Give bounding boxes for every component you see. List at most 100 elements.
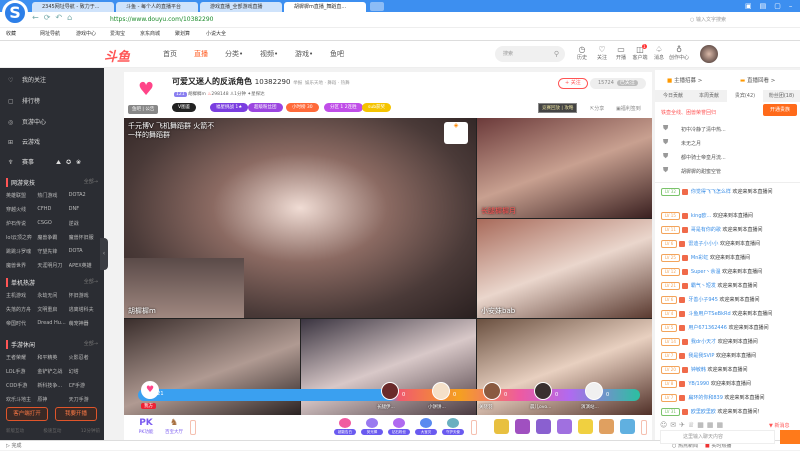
bookmark[interactable]: 收藏 [6,28,16,41]
tab-today[interactable]: 今日贡献 [655,90,691,102]
nav-live[interactable]: 直播 [194,41,208,68]
gift-activity-label[interactable]: 大宝贝 [415,429,437,435]
nav-buttons[interactable]: ←⟳↶⌂ [32,13,77,22]
anchor-recruit-link[interactable]: ■ 主播招募 > [667,76,702,84]
bookmark[interactable]: 游戏中心 [76,28,96,41]
nav-home[interactable]: 首页 [163,41,177,68]
window-controls[interactable]: ▣▤▢– [745,0,800,12]
game-link[interactable]: 逆战 [69,220,100,227]
pk-participant-avatar[interactable] [585,382,603,400]
room-chip[interactable]: 超级粉丝团 [248,103,283,112]
pk-participant-avatar[interactable] [381,382,399,400]
game-link[interactable]: lol云顶之弈 [6,234,37,241]
bookmark[interactable]: 聚划算 [175,28,190,41]
follow-button[interactable]: + 关注 [558,78,588,89]
game-link[interactable]: 文明重启 [37,306,68,313]
game-link[interactable]: 逃离塔科夫 [69,306,100,313]
game-link[interactable]: 热门游戏 [37,192,68,199]
client-button[interactable]: ◫ 客户端 1 [632,44,648,63]
footer-link[interactable]: 极速互动 [43,428,61,434]
pk-participant-avatar[interactable] [534,382,552,400]
game-link[interactable]: 天涯明月刀 [37,262,68,269]
game-link[interactable]: Dread Hu... [37,320,68,327]
douyu-logo[interactable]: 斗鱼 [104,46,130,65]
sidebar-item-ranking[interactable]: ▢ 排行榜 [8,96,40,105]
chat-username[interactable]: 扁环的你和839 [688,395,723,401]
video-tile[interactable]: 长腿樨樨月 [477,118,652,218]
browser-tab[interactable]: 斗鱼 - 每个人的直播平台 [116,2,198,12]
room-chip[interactable]: 分区 1 2连胜 [324,103,363,112]
game-link[interactable]: DOTA2 [69,192,100,199]
game-link[interactable]: 失落的方舟 [6,306,37,313]
room-chip[interactable]: sub获奖 [362,103,392,112]
chat-tools[interactable]: ☺✉✈♕▦▦▦ [660,421,726,429]
treasure-hall-button[interactable]: ♞ 百宝大厅 [162,418,186,435]
game-link[interactable]: CF手游 [69,382,100,389]
game-link[interactable]: 永劫无间 [37,292,68,299]
game-link[interactable]: 金铲铲之战 [37,368,68,375]
room-chip[interactable]: 小时榜 30 [286,103,319,112]
gift-item-icon[interactable] [494,419,509,434]
gift-activity-icon[interactable] [366,418,378,428]
noble-name[interactable]: 都中骑士帝皇月流... [681,154,726,161]
room-chip[interactable]: 福星挑战 1★ [210,103,249,112]
pk-self-avatar[interactable]: ♥ [141,381,159,399]
gift-activity-icon[interactable] [339,418,351,428]
noble-name[interactable]: 初中冷静了清中热... [681,126,726,133]
bookmark[interactable]: 网址导航 [40,28,60,41]
chat-username[interactable]: 我dr小天才 [691,339,716,345]
game-link[interactable]: 欢乐斗地主 [6,396,37,403]
gift-activity-label[interactable]: 守护天使 [442,429,464,435]
more-link[interactable]: 全部→ [84,178,98,185]
chat-username[interactable]: 你觉得飞飞怎么样 [691,189,731,195]
bookmark[interactable]: 小说大全 [206,28,226,41]
follow-button[interactable]: ♡ 关注 [594,45,610,63]
open-noble-button[interactable]: 开通贵族 [763,104,797,116]
live-tag[interactable]: 竞赛回放 | 攻略 [538,103,578,113]
bookmark[interactable]: 京东商城 [140,28,160,41]
history-button[interactable]: ◷ 历史 [574,45,590,63]
sidebar-collapse-handle[interactable]: ‹ [100,238,108,270]
noble-name[interactable]: 未无之月 [681,140,701,147]
site-search-input[interactable]: 搜索 ⚲ [495,46,565,62]
nav-video[interactable]: 视频• [260,41,278,68]
chat-username[interactable]: 哥是有你的歌 [691,227,721,233]
chat-username[interactable]: 斗鱼用户TSeBkRd [688,311,730,317]
gift-activity-icon[interactable] [420,418,432,428]
game-link[interactable]: 火影忍者 [69,354,100,361]
tab-fans[interactable]: 粉丝团(18) [763,90,800,102]
chat-username[interactable]: 我是我SVIP [688,353,714,359]
sidebar-item-cloud-games[interactable]: ⊞ 云游戏 [8,137,40,146]
messages-button[interactable]: ♤ 消息 [651,45,667,63]
pk-participant-avatar[interactable] [432,382,450,400]
pk-participant-avatar[interactable] [483,382,501,400]
game-link[interactable]: CSGO [37,220,68,227]
chat-username[interactable]: Mn彩虹 [691,255,708,261]
chat-username[interactable]: king欧... [691,213,711,219]
game-link[interactable]: 守望先锋 [37,248,68,255]
start-live-button[interactable]: 我要开播 [55,407,97,421]
game-link[interactable]: 和平精英 [37,354,68,361]
chat-username[interactable]: Super丶余温 [691,269,721,275]
gift-activity-label[interactable]: 荧光棒 [361,429,383,435]
user-avatar[interactable] [700,45,718,63]
game-link[interactable]: 魔兽世界 [6,262,37,269]
video-player[interactable]: 千元博V 飞机舞蹈群 火箭不一样的舞蹈群 ◈ 长腿樨樨月 小安妹bab 胡樨樨m [124,118,652,415]
more-link[interactable]: 全部→ [84,340,98,347]
game-link[interactable]: DNF [69,206,100,213]
gift-activity-label[interactable]: 超能告白 [334,429,356,435]
game-link[interactable]: 穿越火线 [6,206,37,213]
game-link[interactable]: 王者荣耀 [6,354,37,361]
sidebar-item-events[interactable]: ♆ 赛事 ⛰✪❀ [8,157,86,167]
game-link[interactable]: 炉石传说 [6,220,37,227]
noble-name[interactable]: 胡樨樨的甜蜜空管 [681,168,721,175]
chat-username[interactable]: YB/1990 [688,381,709,387]
tab-week[interactable]: 本周贡献 [691,90,727,102]
pk-function-button[interactable]: PK PK功能 [134,418,158,435]
gift-activity-label[interactable]: 钻石粉丝 [388,429,410,435]
gift-item-icon[interactable] [599,419,614,434]
signin-button[interactable]: ▣福利签到 [616,105,641,112]
go-live-button[interactable]: ▭ 开播 [613,45,629,63]
sidebar-item-following[interactable]: ♡ 我的关注 [8,75,46,84]
new-tab-button[interactable] [370,2,384,11]
